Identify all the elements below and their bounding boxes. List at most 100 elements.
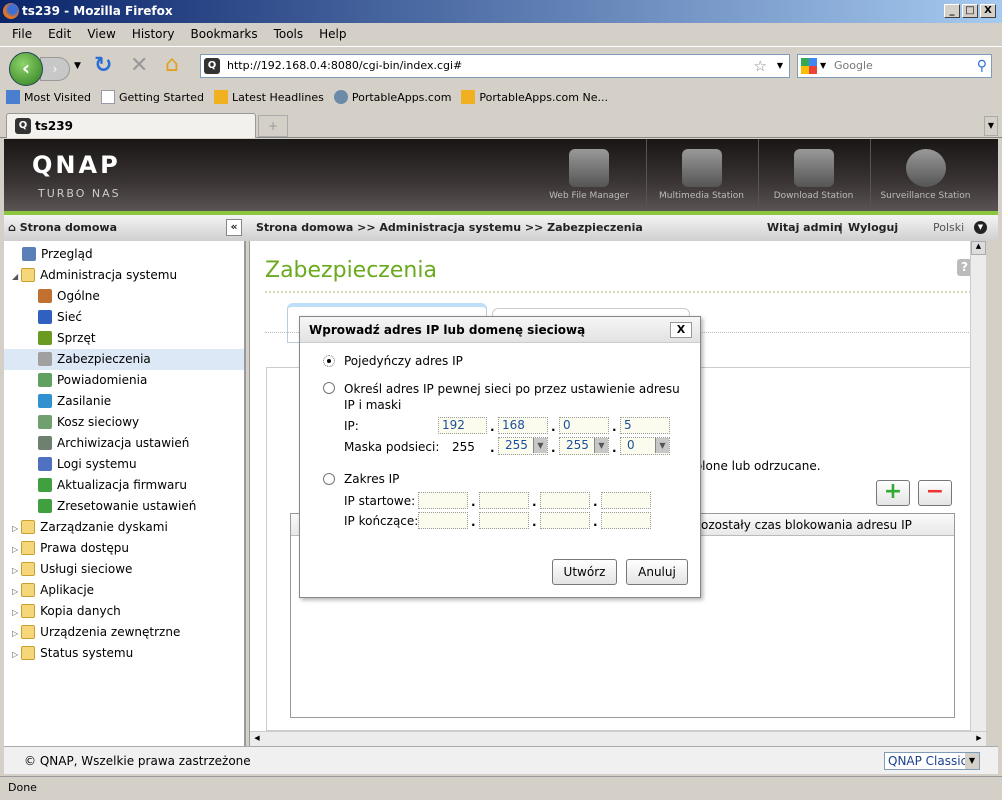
mask-octet-4-select[interactable]: 0 ▼ bbox=[620, 437, 670, 455]
ip-octet-2[interactable]: 168 bbox=[498, 417, 548, 434]
tab-list-dropdown-icon[interactable]: ▼ bbox=[984, 116, 998, 136]
add-ip-button[interactable]: + bbox=[876, 480, 910, 506]
ip-octet-1[interactable]: 192 bbox=[438, 417, 487, 434]
menu-bookmarks[interactable]: Bookmarks bbox=[183, 24, 266, 45]
start-ip-octet-4[interactable] bbox=[601, 492, 651, 509]
sidebar-item[interactable]: Powiadomienia bbox=[4, 370, 244, 391]
stop-icon[interactable]: ✕ bbox=[130, 53, 148, 78]
end-ip-octet-2[interactable] bbox=[479, 512, 529, 529]
home-icon[interactable]: ⌂ bbox=[165, 52, 179, 77]
start-ip-octet-3[interactable] bbox=[540, 492, 590, 509]
bookmark-star-icon[interactable]: ☆ bbox=[754, 55, 767, 77]
radio-network-mask[interactable] bbox=[323, 382, 335, 394]
sidebar-item[interactable]: Aktualizacja firmwaru bbox=[4, 475, 244, 496]
start-ip-octet-2[interactable] bbox=[479, 492, 529, 509]
url-dropdown-icon[interactable]: ▼ bbox=[777, 55, 783, 77]
sidebar-item[interactable]: ▷ Usługi sieciowe bbox=[4, 559, 244, 580]
close-window-button[interactable]: X bbox=[980, 4, 996, 18]
search-icon[interactable]: ⚲ bbox=[977, 55, 987, 77]
menu-tools[interactable]: Tools bbox=[266, 24, 312, 45]
forward-button[interactable]: › bbox=[40, 57, 70, 81]
dropdown-arrow-icon[interactable]: ▼ bbox=[594, 438, 608, 453]
radio-ip-range[interactable] bbox=[323, 473, 335, 485]
sidebar-item[interactable]: Zabezpieczenia bbox=[4, 349, 244, 370]
vertical-scrollbar[interactable]: ▲ bbox=[970, 241, 986, 731]
end-ip-octet-1[interactable] bbox=[418, 512, 468, 529]
sidebar-item[interactable]: Przegląd bbox=[4, 244, 244, 265]
web-file-manager-link[interactable]: Web File Manager bbox=[534, 139, 644, 211]
sidebar-item[interactable]: ▷ Zarządzanie dyskami bbox=[4, 517, 244, 538]
new-tab-button[interactable]: + bbox=[258, 115, 288, 137]
logout-link[interactable]: Wyloguj bbox=[848, 215, 898, 241]
bookmark-portableapps[interactable]: PortableApps.com bbox=[333, 87, 451, 109]
history-dropdown-icon[interactable]: ▼ bbox=[74, 61, 81, 71]
multimedia-station-link[interactable]: Multimedia Station bbox=[646, 139, 756, 211]
expand-arrow-icon[interactable]: ▷ bbox=[12, 650, 18, 659]
create-button[interactable]: Utwórz bbox=[552, 559, 617, 585]
sidebar-item[interactable]: Archiwizacja ustawień bbox=[4, 433, 244, 454]
menu-history[interactable]: History bbox=[124, 24, 183, 45]
start-ip-octet-1[interactable] bbox=[418, 492, 468, 509]
sidebar-item[interactable]: ▷ Urządzenia zewnętrzne bbox=[4, 622, 244, 643]
language-select[interactable]: Polski bbox=[933, 215, 964, 241]
browser-tab-ts239[interactable]: Q ts239 bbox=[6, 113, 256, 138]
menu-help[interactable]: Help bbox=[311, 24, 354, 45]
url-input[interactable]: Q http://192.168.0.4:8080/cgi-bin/index.… bbox=[200, 54, 790, 78]
home-link[interactable]: ⌂ Strona domowa bbox=[8, 215, 117, 241]
sidebar-item[interactable]: ▷ Status systemu bbox=[4, 643, 244, 664]
bookmark-portableapps-news[interactable]: PortableApps.com Ne... bbox=[461, 87, 608, 109]
sidebar-item[interactable]: ▷ Aplikacje bbox=[4, 580, 244, 601]
dropdown-arrow-icon[interactable]: ▼ bbox=[533, 438, 547, 453]
sidebar-item[interactable]: ◢ Administracja systemu bbox=[4, 265, 244, 286]
sidebar-item[interactable]: Kosz sieciowy bbox=[4, 412, 244, 433]
sidebar-item[interactable]: ▷ Prawa dostępu bbox=[4, 538, 244, 559]
mask-octet-3-select[interactable]: 255 ▼ bbox=[559, 437, 609, 455]
reload-icon[interactable]: ↻ bbox=[94, 53, 112, 78]
sidebar-item[interactable]: ▷ Kopia danych bbox=[4, 601, 244, 622]
menu-view[interactable]: View bbox=[79, 24, 123, 45]
sidebar-item[interactable]: Logi systemu bbox=[4, 454, 244, 475]
sidebar-item[interactable]: Zasilanie bbox=[4, 391, 244, 412]
dialog-close-button[interactable]: X bbox=[670, 322, 692, 338]
scroll-up-icon[interactable]: ▲ bbox=[971, 241, 986, 255]
sidebar-item[interactable]: Sieć bbox=[4, 307, 244, 328]
expand-arrow-icon[interactable]: ▷ bbox=[12, 629, 18, 638]
surveillance-station-link[interactable]: Surveillance Station bbox=[870, 139, 980, 211]
google-engine-icon[interactable] bbox=[801, 58, 817, 74]
menu-file[interactable]: File bbox=[4, 24, 40, 45]
expand-arrow-icon[interactable]: ▷ bbox=[12, 524, 18, 533]
expand-arrow-icon[interactable]: ▷ bbox=[12, 545, 18, 554]
end-ip-octet-4[interactable] bbox=[601, 512, 651, 529]
horizontal-scrollbar[interactable]: ◀ ▶ bbox=[250, 731, 986, 746]
scroll-left-icon[interactable]: ◀ bbox=[250, 732, 264, 745]
expand-arrow-icon[interactable]: ▷ bbox=[12, 587, 18, 596]
download-station-link[interactable]: Download Station bbox=[758, 139, 868, 211]
menu-edit[interactable]: Edit bbox=[40, 24, 79, 45]
sidebar-item[interactable]: Sprzęt bbox=[4, 328, 244, 349]
sidebar-item[interactable]: Ogólne bbox=[4, 286, 244, 307]
bookmark-most-visited[interactable]: Most Visited bbox=[6, 87, 91, 109]
collapse-sidebar-button[interactable]: « bbox=[226, 219, 242, 236]
remove-ip-button[interactable]: − bbox=[918, 480, 952, 506]
theme-select[interactable]: QNAP Classic ▼ bbox=[884, 752, 980, 770]
search-input[interactable]: ▼ Google ⚲ bbox=[797, 54, 992, 78]
ip-octet-4[interactable]: 5 bbox=[620, 417, 670, 434]
bookmark-getting-started[interactable]: Getting Started bbox=[100, 87, 204, 109]
radio-single-ip[interactable] bbox=[323, 355, 335, 367]
dropdown-arrow-icon[interactable]: ▼ bbox=[655, 438, 669, 453]
dropdown-arrow-icon[interactable]: ▼ bbox=[965, 753, 979, 769]
expand-arrow-icon[interactable]: ▷ bbox=[12, 608, 18, 617]
scroll-right-icon[interactable]: ▶ bbox=[972, 732, 986, 745]
back-button[interactable]: ‹ bbox=[9, 52, 43, 86]
mask-octet-2-select[interactable]: 255 ▼ bbox=[498, 437, 548, 455]
language-dropdown-icon[interactable]: ▼ bbox=[974, 221, 987, 234]
bookmark-latest-headlines[interactable]: Latest Headlines bbox=[214, 87, 324, 109]
ip-octet-3[interactable]: 0 bbox=[559, 417, 609, 434]
minimize-button[interactable]: _ bbox=[944, 4, 960, 18]
collapse-arrow-icon[interactable]: ◢ bbox=[12, 272, 18, 281]
engine-dropdown-icon[interactable]: ▼ bbox=[820, 55, 826, 77]
expand-arrow-icon[interactable]: ▷ bbox=[12, 566, 18, 575]
sidebar-item[interactable]: Zresetowanie ustawień bbox=[4, 496, 244, 517]
cancel-button[interactable]: Anuluj bbox=[626, 559, 688, 585]
maximize-button[interactable]: □ bbox=[962, 4, 978, 18]
